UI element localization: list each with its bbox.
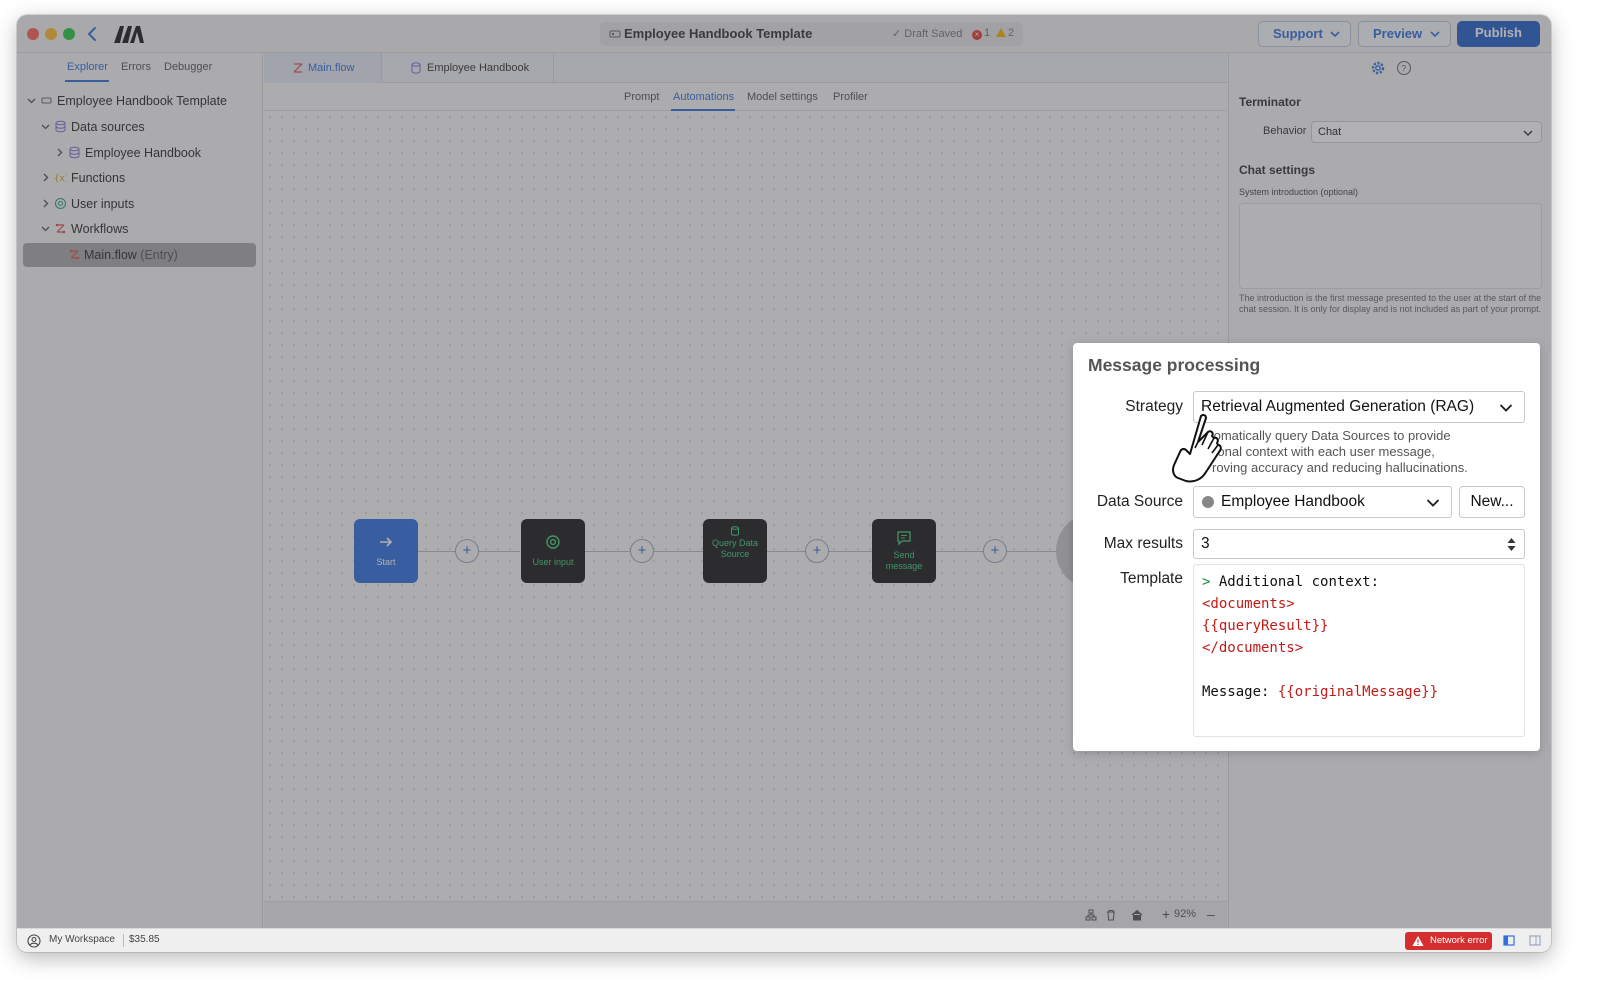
network-error-badge[interactable]: Network error	[1405, 932, 1492, 950]
code-line: > Additional context:	[1202, 574, 1380, 590]
strategy-description: tomatically query Data Sources to provid…	[1208, 428, 1468, 475]
chevron-down-icon	[1499, 404, 1513, 412]
workspace-name[interactable]: My Workspace	[49, 934, 115, 945]
data-source-status-icon	[1202, 496, 1214, 508]
divider	[123, 934, 124, 947]
stepper-icon[interactable]	[1507, 537, 1516, 552]
message-processing-popover: Message processing Strategy Retrieval Au…	[1073, 343, 1540, 751]
status-bar: My Workspace $35.85 Network error	[17, 928, 1551, 952]
chevron-down-icon	[1426, 499, 1440, 507]
message-processing-title: Message processing	[1088, 355, 1261, 375]
template-label: Template	[1120, 570, 1183, 587]
code-line: <documents>	[1202, 596, 1295, 612]
panel-toggle-icon[interactable]	[1529, 934, 1541, 947]
code-line: Message: {{originalMessage}}	[1202, 684, 1439, 700]
data-source-select[interactable]: Employee Handbook	[1193, 486, 1452, 518]
max-results-label: Max results	[1103, 535, 1183, 552]
user-icon[interactable]	[27, 934, 41, 948]
warning-icon	[1412, 936, 1424, 946]
panel-layout-icon[interactable]	[1503, 934, 1515, 947]
template-editor[interactable]: > Additional context: <documents> {{quer…	[1193, 564, 1525, 737]
code-line: {{queryResult}}	[1202, 618, 1329, 634]
account-balance: $35.85	[129, 934, 160, 945]
strategy-select[interactable]: Retrieval Augmented Generation (RAG)	[1193, 391, 1525, 423]
hand-pointer-cursor-icon	[1172, 413, 1222, 483]
new-data-source-button[interactable]: New...	[1459, 486, 1525, 518]
code-line: </documents>	[1202, 640, 1304, 656]
data-source-label: Data Source	[1096, 493, 1183, 510]
max-results-input[interactable]: 3	[1193, 529, 1525, 559]
